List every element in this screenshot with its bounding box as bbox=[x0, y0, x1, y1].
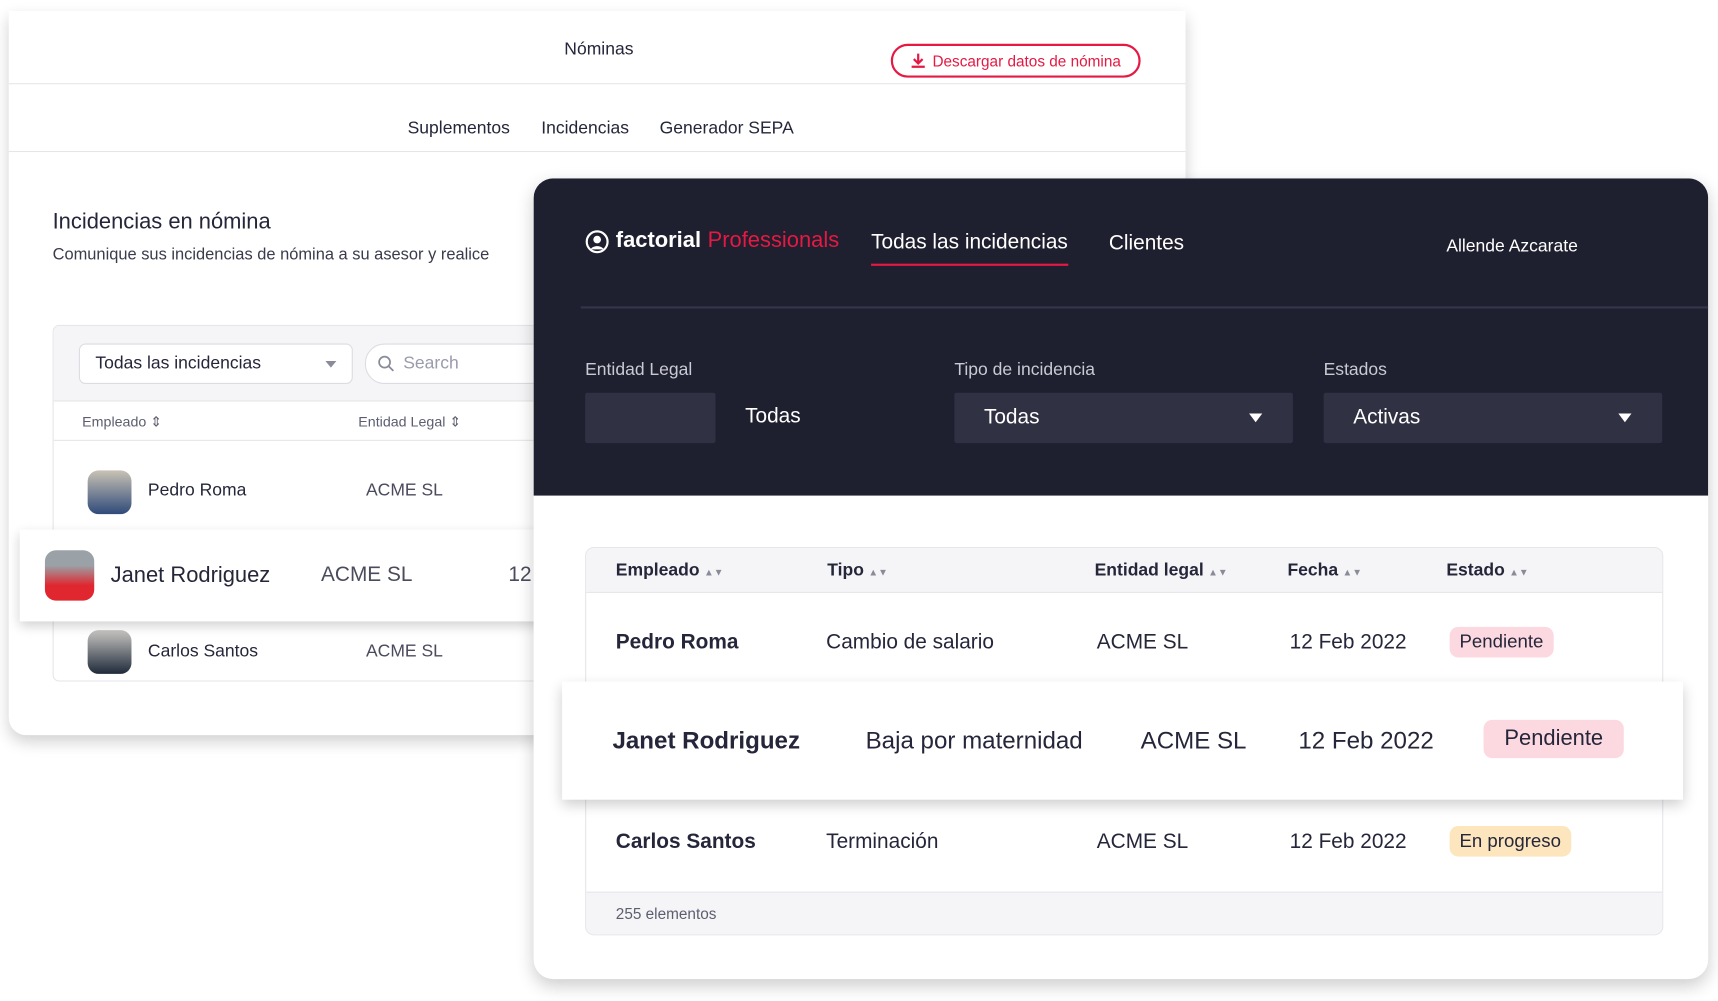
section-heading: Incidencias en nómina bbox=[52, 210, 271, 235]
item-count: 255 elementos bbox=[615, 904, 717, 923]
logo-product: Professionals bbox=[707, 228, 840, 253]
employee-name: Pedro Roma bbox=[147, 481, 247, 500]
column-entidad-legal[interactable]: Entidad Legal ⇕ bbox=[358, 414, 461, 432]
column-tipo[interactable]: Tipo ▲▼ bbox=[827, 561, 888, 581]
caret-down-icon bbox=[1249, 413, 1263, 423]
tab-todas-las-incidencias[interactable]: Todas las incidencias bbox=[871, 231, 1068, 266]
avatar bbox=[87, 470, 132, 515]
tab-generador-sepa[interactable]: Generador SEPA bbox=[660, 119, 794, 139]
column-fecha[interactable]: Fecha ▲▼ bbox=[1287, 561, 1362, 581]
incident-date: 12 Feb 2022 bbox=[1298, 726, 1434, 754]
download-icon bbox=[911, 53, 925, 68]
section-subheading: Comunique sus incidencias de nómina a su… bbox=[52, 245, 490, 264]
table-row-highlighted[interactable]: Janet Rodriguez ACME SL 12 bbox=[19, 529, 546, 622]
employee-entity: ACME SL bbox=[365, 642, 443, 661]
filter-label: Tipo de incidencia bbox=[954, 361, 1096, 380]
tab-suplementos[interactable]: Suplementos bbox=[408, 119, 510, 139]
entity-filter-box[interactable] bbox=[585, 392, 716, 444]
user-menu[interactable]: Allende Azcarate bbox=[1446, 237, 1578, 257]
employee-name: Carlos Santos bbox=[147, 642, 259, 661]
search-icon bbox=[378, 355, 394, 372]
download-payroll-button[interactable]: Descargar datos de nómina bbox=[890, 43, 1141, 78]
search-placeholder: Search bbox=[403, 353, 459, 373]
avatar bbox=[44, 550, 95, 601]
incident-filter-select[interactable]: Todas las incidencias bbox=[78, 343, 353, 384]
chevron-down-icon bbox=[325, 361, 337, 368]
column-empleado[interactable]: Empleado ▲▼ bbox=[616, 561, 724, 581]
entity-filter-value: Todas bbox=[745, 404, 801, 428]
download-label: Descargar datos de nómina bbox=[932, 51, 1121, 70]
filter-label: Entidad Legal bbox=[585, 361, 693, 380]
logo-word: factorial bbox=[615, 228, 702, 253]
incident-type: Baja por maternidad bbox=[865, 726, 1083, 754]
employee-name: Janet Rodriguez bbox=[612, 726, 801, 754]
incident-type: Cambio de salario bbox=[826, 631, 994, 655]
employee-entity: ACME SL bbox=[365, 481, 443, 500]
logo: factorial Professionals bbox=[585, 229, 839, 254]
avatar bbox=[87, 630, 132, 674]
caret-down-icon bbox=[1618, 413, 1632, 423]
status-badge: Pendiente bbox=[1483, 719, 1624, 759]
legal-entity: ACME SL bbox=[1096, 631, 1189, 655]
tab-clientes[interactable]: Clientes bbox=[1109, 232, 1184, 256]
employee-entity: ACME SL bbox=[321, 563, 413, 587]
legal-entity: ACME SL bbox=[1140, 726, 1247, 754]
factorial-logo-icon bbox=[585, 229, 609, 253]
incident-date: 12 Feb 2022 bbox=[1289, 631, 1407, 655]
column-empleado[interactable]: Empleado ⇕ bbox=[82, 414, 162, 432]
legal-entity: ACME SL bbox=[1096, 830, 1189, 854]
status-select[interactable]: Activas bbox=[1323, 392, 1663, 444]
status-badge: Pendiente bbox=[1449, 626, 1554, 658]
employee-name: Janet Rodriguez bbox=[110, 563, 271, 588]
page-title: Nóminas bbox=[564, 40, 634, 60]
employee-date: 12 bbox=[508, 563, 532, 587]
incidents-table-back: Todas las incidencias Search Empleado ⇕ … bbox=[52, 324, 557, 682]
incident-type-select[interactable]: Todas bbox=[954, 392, 1293, 444]
column-entidad-legal[interactable]: Entidad legal ▲▼ bbox=[1095, 561, 1228, 581]
incident-type: Terminación bbox=[826, 830, 939, 854]
incident-date: 12 Feb 2022 bbox=[1289, 830, 1407, 854]
table-row-highlighted[interactable]: Janet Rodriguez Baja por maternidad ACME… bbox=[562, 681, 1683, 800]
filter-select-value: Todas las incidencias bbox=[95, 353, 261, 373]
employee-name: Pedro Roma bbox=[615, 631, 739, 655]
status-badge: En progreso bbox=[1449, 825, 1571, 857]
column-estado[interactable]: Estado ▲▼ bbox=[1446, 561, 1528, 581]
employee-name: Carlos Santos bbox=[615, 830, 756, 854]
tab-incidencias[interactable]: Incidencias bbox=[541, 119, 629, 139]
filter-label: Estados bbox=[1323, 361, 1387, 380]
search-input[interactable]: Search bbox=[364, 343, 556, 384]
